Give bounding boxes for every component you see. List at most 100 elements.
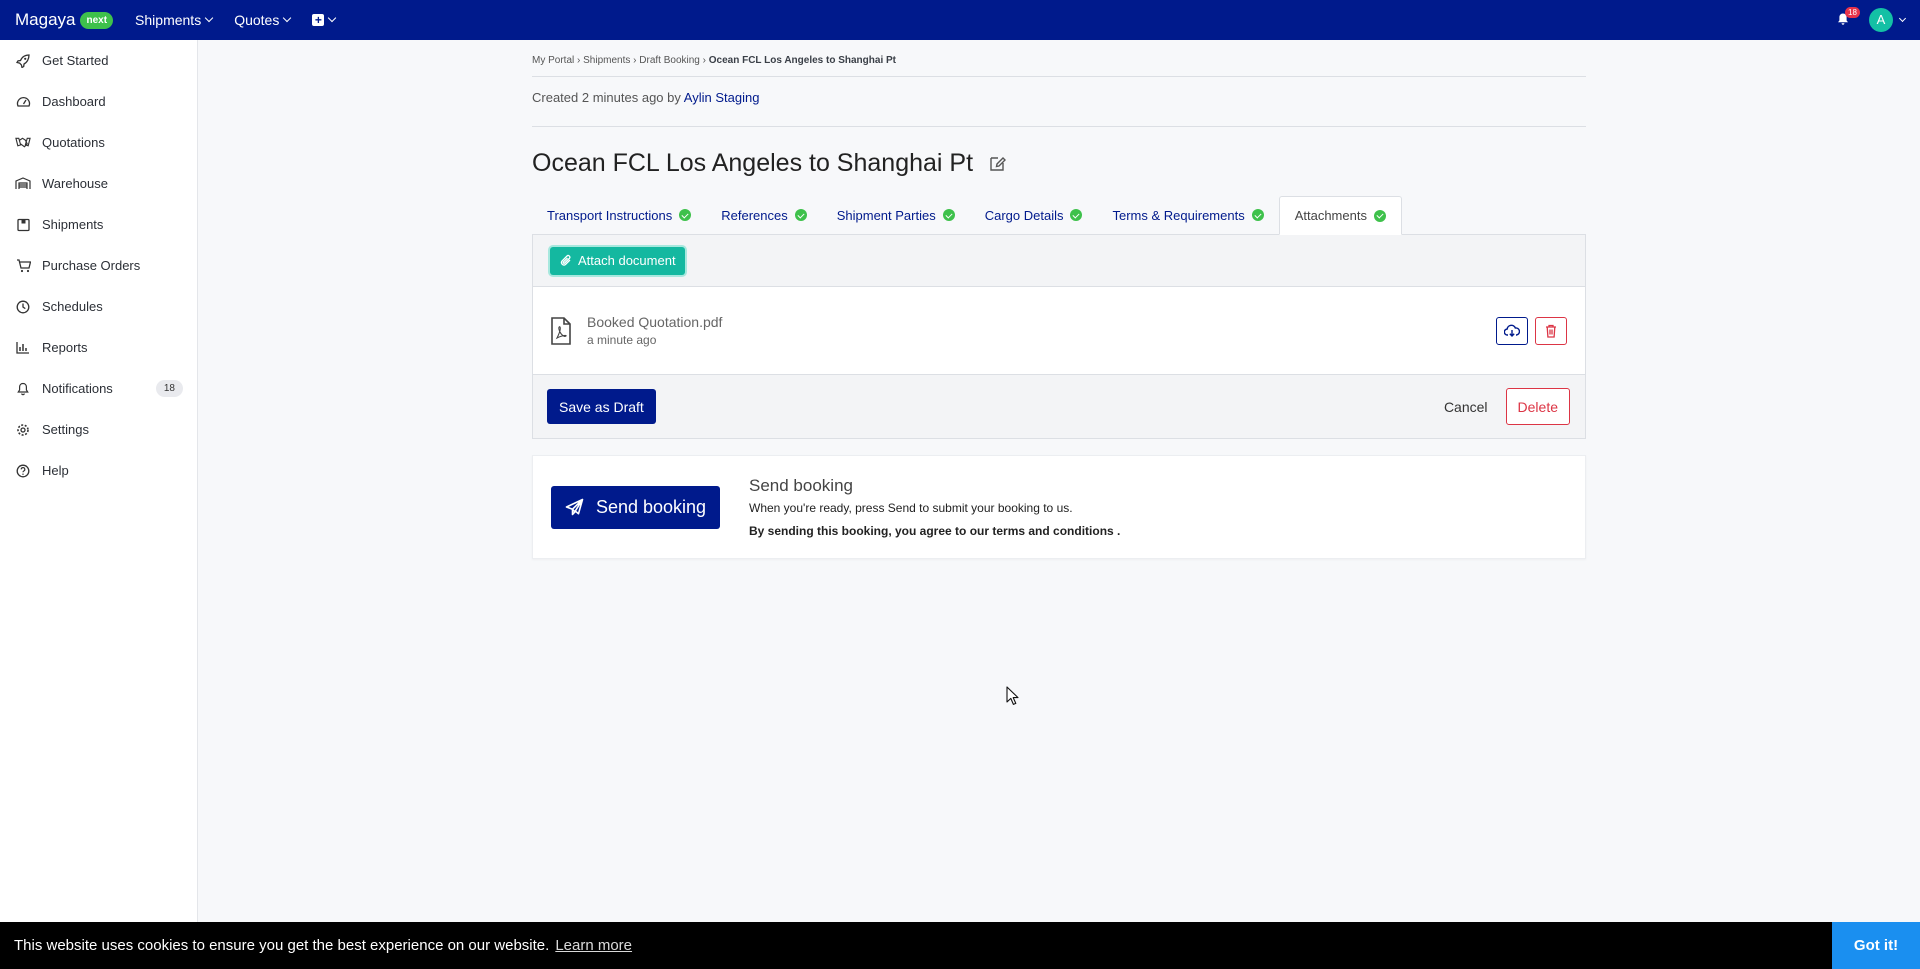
save-as-draft-button[interactable]: Save as Draft [547, 389, 656, 424]
plus-icon: + [312, 14, 325, 26]
nav-shipments-label: Shipments [135, 12, 202, 28]
cookie-message: This website uses cookies to ensure you … [14, 937, 550, 954]
trash-icon [1546, 324, 1556, 338]
send-booking-button[interactable]: Send booking [551, 485, 720, 529]
attach-document-label: Attach document [578, 253, 676, 268]
attachment-file-name[interactable]: Booked Quotation.pdf [587, 314, 722, 330]
sidebar-item-label: Quotations [42, 135, 105, 150]
tab-cargo-details[interactable]: Cargo Details [970, 196, 1098, 234]
tab-terms-requirements[interactable]: Terms & Requirements [1097, 196, 1278, 234]
bell-icon [15, 381, 31, 397]
delete-button[interactable]: Delete [1505, 388, 1570, 425]
sidebar-item-reports[interactable]: Reports [0, 327, 197, 368]
download-attachment-button[interactable] [1496, 316, 1528, 345]
sidebar-item-settings[interactable]: Settings [0, 409, 197, 450]
paper-plane-icon [565, 498, 584, 515]
sidebar-item-notifications[interactable]: Notifications 18 [0, 368, 197, 409]
notifications-count-badge: 18 [155, 380, 183, 397]
page-title: Ocean FCL Los Angeles to Shanghai Pt [532, 148, 974, 177]
booking-tabs: Transport Instructions References Shipme… [532, 196, 1586, 235]
check-circle-icon [1373, 209, 1386, 222]
delete-attachment-button[interactable] [1535, 316, 1567, 345]
help-icon [15, 463, 31, 479]
chevron-down-icon[interactable] [1898, 14, 1907, 22]
gauge-icon [15, 94, 31, 110]
form-actions: Save as Draft Cancel Delete [532, 375, 1586, 439]
sidebar-item-purchase-orders[interactable]: Purchase Orders [0, 245, 197, 286]
sidebar-item-label: Schedules [42, 299, 103, 314]
tab-references[interactable]: References [706, 196, 821, 234]
paperclip-icon [560, 254, 571, 266]
sidebar-item-quotations[interactable]: Quotations [0, 122, 197, 163]
warehouse-icon [15, 176, 31, 192]
breadcrumb-current: Ocean FCL Los Angeles to Shanghai Pt [708, 55, 897, 66]
attachment-row: Booked Quotation.pdf a minute ago [532, 287, 1586, 375]
nav-shipments-dropdown[interactable]: Shipments [135, 12, 214, 28]
tab-label: Shipment Parties [836, 207, 936, 223]
sidebar-item-label: Notifications [42, 381, 113, 396]
check-circle-icon [942, 209, 955, 221]
sidebar-item-label: Reports [42, 340, 88, 355]
main-content: My Portal › Shipments › Draft Booking › … [532, 40, 1586, 559]
pdf-file-icon [551, 316, 571, 345]
handshake-icon [15, 135, 31, 151]
tab-shipment-parties[interactable]: Shipment Parties [822, 196, 970, 234]
check-circle-icon [794, 209, 807, 221]
chevron-down-icon [283, 13, 292, 23]
author-link[interactable]: Aylin Staging [684, 90, 760, 105]
tab-label: Transport Instructions [547, 207, 673, 223]
check-circle-icon [679, 209, 692, 221]
tab-label: Attachments [1294, 208, 1367, 223]
send-booking-card: Send booking Send booking When you're re… [532, 455, 1586, 559]
top-navbar: Magaya next Shipments Quotes + 18 A [0, 0, 1920, 40]
tab-label: Terms & Requirements [1112, 207, 1245, 223]
sidebar: Get Started Dashboard Quotations Warehou… [0, 40, 198, 969]
sidebar-item-label: Settings [42, 422, 89, 437]
mouse-cursor-icon [1006, 686, 1019, 705]
sidebar-item-shipments[interactable]: Shipments [0, 204, 197, 245]
chevron-down-icon [204, 13, 214, 23]
cloud-download-icon [1504, 324, 1520, 337]
edit-icon[interactable] [989, 154, 1007, 172]
attachment-timestamp: a minute ago [587, 333, 657, 347]
clock-icon [15, 299, 31, 315]
brand-name: Magaya [15, 10, 76, 29]
sidebar-item-label: Get Started [42, 53, 109, 68]
sidebar-item-warehouse[interactable]: Warehouse [0, 163, 197, 204]
sidebar-item-label: Warehouse [42, 176, 108, 191]
sidebar-item-dashboard[interactable]: Dashboard [0, 81, 197, 122]
tab-label: References [721, 207, 788, 223]
sidebar-item-label: Help [42, 463, 69, 478]
avatar[interactable]: A [1869, 8, 1893, 32]
notification-count-badge: 18 [1845, 7, 1860, 18]
breadcrumb-link[interactable]: Shipments [583, 55, 630, 66]
tab-transport-instructions[interactable]: Transport Instructions [532, 196, 706, 234]
breadcrumb-link[interactable]: My Portal [532, 55, 574, 66]
learn-more-link[interactable]: Learn more [555, 937, 632, 954]
sidebar-item-schedules[interactable]: Schedules [0, 286, 197, 327]
check-circle-icon [1251, 209, 1264, 221]
sidebar-item-help[interactable]: Help [0, 450, 197, 491]
check-circle-icon [1070, 209, 1083, 221]
rocket-icon [15, 53, 31, 69]
box-icon [15, 217, 31, 233]
send-booking-heading: Send booking [749, 476, 853, 495]
cart-icon [15, 258, 31, 274]
attach-document-button[interactable]: Attach document [550, 246, 685, 275]
brand-badge: next [80, 11, 114, 29]
send-booking-label: Send booking [595, 496, 707, 517]
cancel-button[interactable]: Cancel [1432, 389, 1500, 424]
cookie-consent-banner: This website uses cookies to ensure you … [0, 922, 1920, 969]
nav-quotes-label: Quotes [234, 12, 280, 28]
nav-quotes-dropdown[interactable]: Quotes [234, 12, 292, 28]
sidebar-item-get-started[interactable]: Get Started [0, 40, 197, 81]
sidebar-item-label: Purchase Orders [42, 258, 141, 273]
create-new-dropdown[interactable]: + [312, 13, 337, 26]
accept-cookies-button[interactable]: Got it! [1832, 922, 1920, 969]
brand-logo[interactable]: Magaya next [15, 10, 114, 30]
notifications-button[interactable]: 18 [1837, 7, 1860, 27]
tab-attachments[interactable]: Attachments [1278, 196, 1402, 235]
breadcrumb-link[interactable]: Draft Booking [639, 55, 700, 66]
sidebar-item-label: Dashboard [42, 94, 106, 109]
gear-icon [15, 422, 31, 438]
